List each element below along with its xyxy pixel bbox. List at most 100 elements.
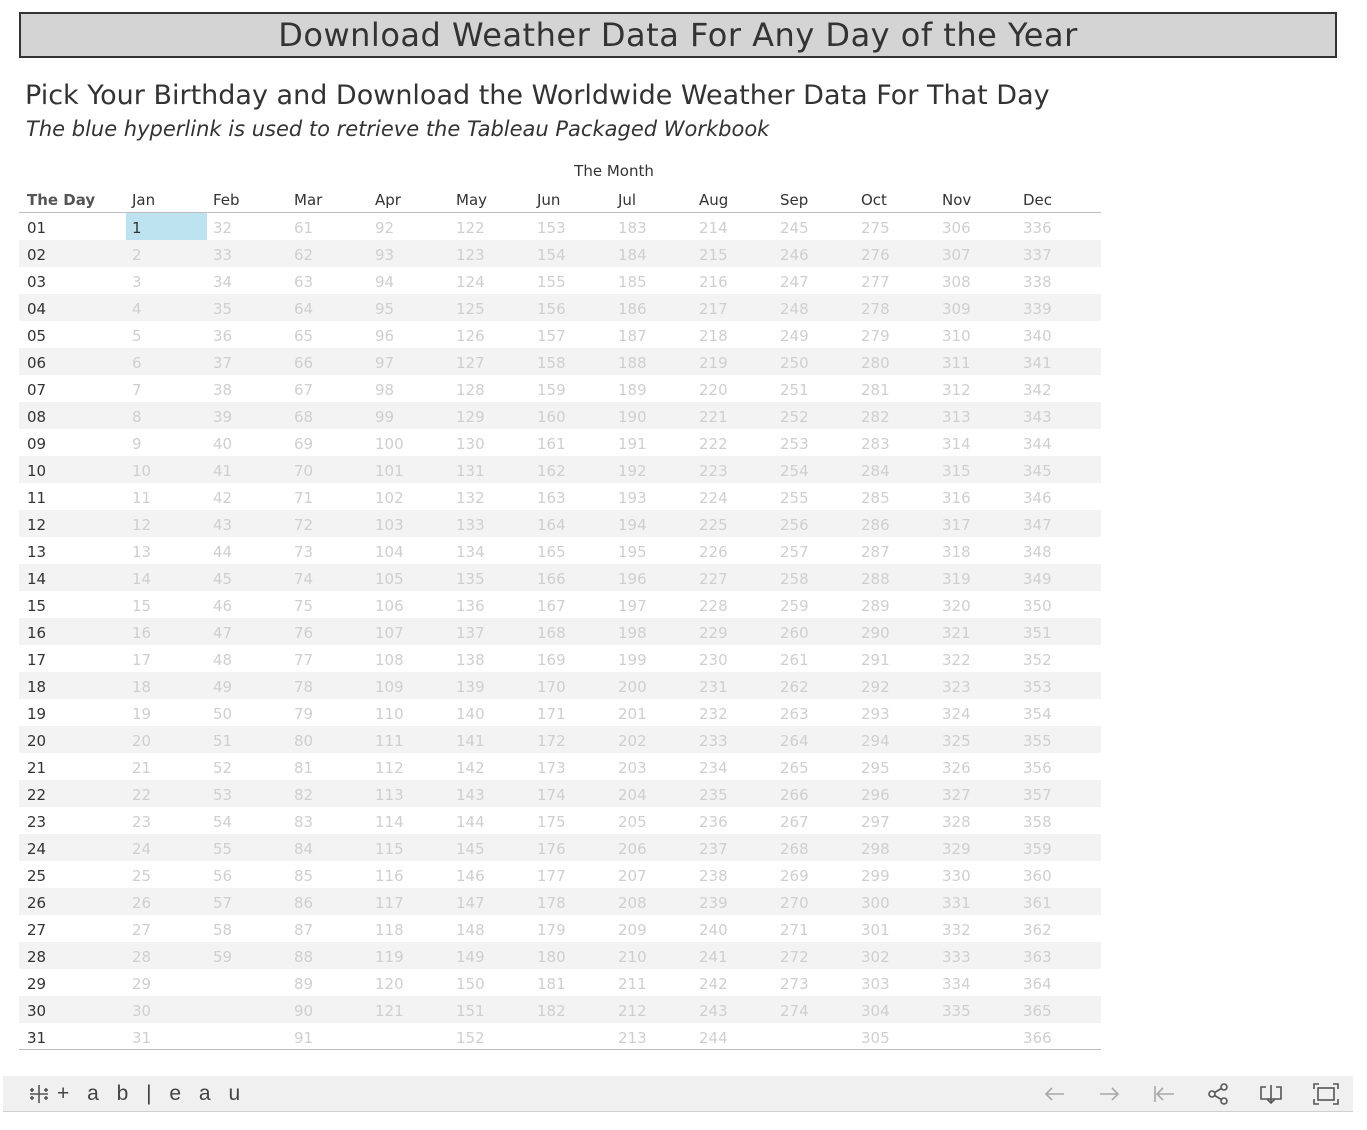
day-of-year-cell[interactable]: 54 <box>213 813 232 831</box>
day-of-year-cell[interactable]: 251 <box>780 381 809 399</box>
day-of-year-cell[interactable]: 191 <box>618 435 647 453</box>
day-of-year-cell[interactable]: 233 <box>699 732 728 750</box>
day-of-year-cell[interactable]: 135 <box>456 570 485 588</box>
day-of-year-cell[interactable]: 82 <box>294 786 313 804</box>
day-of-year-cell[interactable]: 166 <box>537 570 566 588</box>
day-of-year-cell[interactable]: 307 <box>942 246 971 264</box>
day-of-year-cell[interactable]: 115 <box>375 840 404 858</box>
day-of-year-cell[interactable]: 331 <box>942 894 971 912</box>
day-of-year-cell[interactable]: 86 <box>294 894 313 912</box>
day-of-year-cell[interactable]: 265 <box>780 759 809 777</box>
day-of-year-cell[interactable]: 69 <box>294 435 313 453</box>
day-of-year-cell[interactable]: 151 <box>456 1002 485 1020</box>
day-of-year-cell[interactable]: 240 <box>699 921 728 939</box>
day-of-year-cell[interactable]: 133 <box>456 516 485 534</box>
day-of-year-cell[interactable]: 123 <box>456 246 485 264</box>
day-of-year-cell[interactable]: 234 <box>699 759 728 777</box>
day-of-year-cell[interactable]: 173 <box>537 759 566 777</box>
day-of-year-cell[interactable]: 237 <box>699 840 728 858</box>
day-of-year-cell[interactable]: 103 <box>375 516 404 534</box>
day-of-year-cell[interactable]: 344 <box>1023 435 1052 453</box>
day-of-year-cell[interactable]: 353 <box>1023 678 1052 696</box>
day-of-year-cell[interactable]: 83 <box>294 813 313 831</box>
day-of-year-cell[interactable]: 292 <box>861 678 890 696</box>
day-of-year-cell[interactable]: 75 <box>294 597 313 615</box>
fullscreen-icon[interactable] <box>1312 1081 1340 1107</box>
day-of-year-cell[interactable]: 74 <box>294 570 313 588</box>
day-of-year-cell[interactable]: 162 <box>537 462 566 480</box>
day-of-year-cell[interactable]: 44 <box>213 543 232 561</box>
day-of-year-cell[interactable]: 212 <box>618 1002 647 1020</box>
day-of-year-cell[interactable]: 219 <box>699 354 728 372</box>
day-of-year-cell[interactable]: 29 <box>132 975 151 993</box>
day-of-year-cell[interactable]: 303 <box>861 975 890 993</box>
day-of-year-cell[interactable]: 351 <box>1023 624 1052 642</box>
day-of-year-cell[interactable]: 3 <box>132 273 142 291</box>
day-of-year-cell[interactable]: 281 <box>861 381 890 399</box>
day-of-year-cell[interactable]: 324 <box>942 705 971 723</box>
day-of-year-cell[interactable]: 354 <box>1023 705 1052 723</box>
day-of-year-cell[interactable]: 20 <box>132 732 151 750</box>
day-of-year-cell[interactable]: 78 <box>294 678 313 696</box>
day-of-year-cell[interactable]: 53 <box>213 786 232 804</box>
day-of-year-cell[interactable]: 87 <box>294 921 313 939</box>
day-of-year-cell[interactable]: 13 <box>132 543 151 561</box>
day-of-year-cell[interactable]: 239 <box>699 894 728 912</box>
day-of-year-cell[interactable]: 158 <box>537 354 566 372</box>
day-of-year-cell[interactable]: 50 <box>213 705 232 723</box>
day-of-year-cell[interactable]: 108 <box>375 651 404 669</box>
day-of-year-cell[interactable]: 181 <box>537 975 566 993</box>
day-of-year-cell[interactable]: 268 <box>780 840 809 858</box>
day-of-year-cell[interactable]: 139 <box>456 678 485 696</box>
day-of-year-cell[interactable]: 287 <box>861 543 890 561</box>
day-of-year-cell[interactable]: 340 <box>1023 327 1052 345</box>
day-of-year-cell[interactable]: 202 <box>618 732 647 750</box>
day-of-year-cell[interactable]: 142 <box>456 759 485 777</box>
day-of-year-cell[interactable]: 131 <box>456 462 485 480</box>
day-of-year-cell[interactable]: 290 <box>861 624 890 642</box>
day-of-year-cell[interactable]: 216 <box>699 273 728 291</box>
day-of-year-cell[interactable]: 192 <box>618 462 647 480</box>
day-of-year-cell[interactable]: 167 <box>537 597 566 615</box>
day-of-year-cell[interactable]: 150 <box>456 975 485 993</box>
day-of-year-cell[interactable]: 125 <box>456 300 485 318</box>
day-of-year-cell[interactable]: 263 <box>780 705 809 723</box>
day-of-year-cell[interactable]: 310 <box>942 327 971 345</box>
day-of-year-cell[interactable]: 241 <box>699 948 728 966</box>
day-of-year-cell[interactable]: 147 <box>456 894 485 912</box>
day-of-year-cell[interactable]: 226 <box>699 543 728 561</box>
day-of-year-cell[interactable]: 168 <box>537 624 566 642</box>
day-of-year-cell[interactable]: 223 <box>699 462 728 480</box>
day-of-year-cell[interactable]: 273 <box>780 975 809 993</box>
day-of-year-cell[interactable]: 31 <box>132 1029 151 1047</box>
day-of-year-cell[interactable]: 296 <box>861 786 890 804</box>
day-of-year-cell[interactable]: 130 <box>456 435 485 453</box>
day-of-year-cell[interactable]: 312 <box>942 381 971 399</box>
day-of-year-cell[interactable]: 313 <box>942 408 971 426</box>
day-of-year-cell[interactable]: 51 <box>213 732 232 750</box>
day-of-year-cell[interactable]: 298 <box>861 840 890 858</box>
day-of-year-cell[interactable]: 316 <box>942 489 971 507</box>
day-of-year-cell[interactable]: 152 <box>456 1029 485 1047</box>
day-of-year-cell[interactable]: 271 <box>780 921 809 939</box>
day-of-year-cell[interactable]: 246 <box>780 246 809 264</box>
day-of-year-cell[interactable]: 17 <box>132 651 151 669</box>
day-of-year-cell[interactable]: 260 <box>780 624 809 642</box>
day-of-year-cell[interactable]: 362 <box>1023 921 1052 939</box>
day-of-year-cell[interactable]: 19 <box>132 705 151 723</box>
day-of-year-cell[interactable]: 357 <box>1023 786 1052 804</box>
day-of-year-cell[interactable]: 286 <box>861 516 890 534</box>
day-of-year-cell[interactable]: 172 <box>537 732 566 750</box>
day-of-year-cell[interactable]: 171 <box>537 705 566 723</box>
day-of-year-cell[interactable]: 129 <box>456 408 485 426</box>
day-of-year-cell[interactable]: 126 <box>456 327 485 345</box>
day-of-year-cell[interactable]: 194 <box>618 516 647 534</box>
day-of-year-cell[interactable]: 300 <box>861 894 890 912</box>
day-of-year-cell[interactable]: 337 <box>1023 246 1052 264</box>
day-of-year-cell[interactable]: 195 <box>618 543 647 561</box>
day-of-year-cell[interactable]: 2 <box>132 246 142 264</box>
day-of-year-cell[interactable]: 356 <box>1023 759 1052 777</box>
day-of-year-cell[interactable]: 248 <box>780 300 809 318</box>
day-of-year-cell[interactable]: 128 <box>456 381 485 399</box>
day-of-year-cell[interactable]: 12 <box>132 516 151 534</box>
